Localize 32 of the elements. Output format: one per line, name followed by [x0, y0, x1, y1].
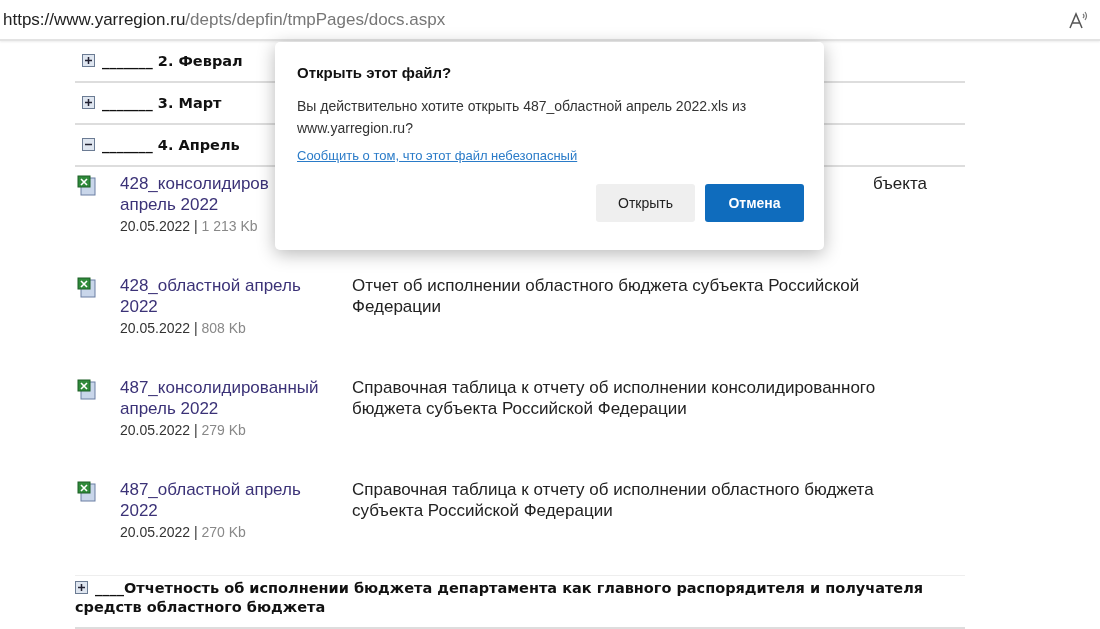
url-text[interactable]: https://www.yarregion.ru/depts/depfin/tmpPages/docs.aspx — [3, 9, 446, 30]
file-description: Справочная таблица к отчету об исполнении областного бюджета субъекта Российской Федерации — [352, 480, 874, 520]
spreadsheet-icon — [77, 379, 97, 400]
file-description: Отчет об исполнении областного бюджета субъекта Российской Федерации — [352, 276, 860, 316]
file-description: бъекта — [873, 174, 927, 193]
section-heading[interactable]: _______ 4. Апрель — [82, 137, 240, 153]
expand-icon[interactable] — [75, 581, 88, 594]
file-link[interactable]: 428_консолидиров — [120, 173, 269, 194]
file-link[interactable]: 428_областной апрель 2022 — [120, 275, 338, 317]
spreadsheet-icon — [77, 175, 97, 196]
expand-icon[interactable] — [82, 96, 95, 109]
read-aloud-icon[interactable] — [1068, 10, 1088, 29]
file-meta: 20.05.2022 | 279 Kb — [120, 421, 247, 440]
file-link[interactable]: 487_консолидированный апрель 2022 — [120, 377, 338, 419]
file-description: Справочная таблица к отчету об исполнении консолидированного бюджета субъекта Российской Федерации — [352, 378, 876, 418]
spreadsheet-icon — [77, 277, 97, 298]
file-meta: 20.05.2022 | 808 Kb — [120, 319, 247, 338]
collapse-icon[interactable] — [82, 138, 95, 151]
file-meta: 20.05.2022 | 1 213 Kb — [120, 217, 259, 236]
dialog-title: Открыть этот файл? — [297, 64, 452, 81]
spreadsheet-icon — [77, 481, 97, 502]
report-link[interactable]: Сообщить о том, что этот файл небезопасный — [297, 148, 578, 163]
section-heading[interactable]: ____Отчетность об исполнении бюджета департамента как главного распорядителя и получателя средств областного бюджета — [75, 579, 965, 617]
dialog-message: Вы действительно хотите открыть 487_областной апрель 2022.xls из www.yarregion.ru? — [297, 97, 748, 138]
section-heading[interactable]: _______ 3. Март — [82, 95, 222, 111]
file-meta: 20.05.2022 | 270 Kb — [120, 523, 247, 542]
open-button[interactable]: Открыть — [596, 184, 695, 222]
file-link[interactable]: апрель 2022 — [120, 194, 219, 215]
expand-icon[interactable] — [82, 54, 95, 67]
file-link[interactable]: 487_областной апрель 2022 — [120, 479, 338, 521]
section-heading[interactable]: _______ 2. Феврал — [82, 53, 243, 69]
cancel-button[interactable]: Отмена — [705, 184, 804, 222]
